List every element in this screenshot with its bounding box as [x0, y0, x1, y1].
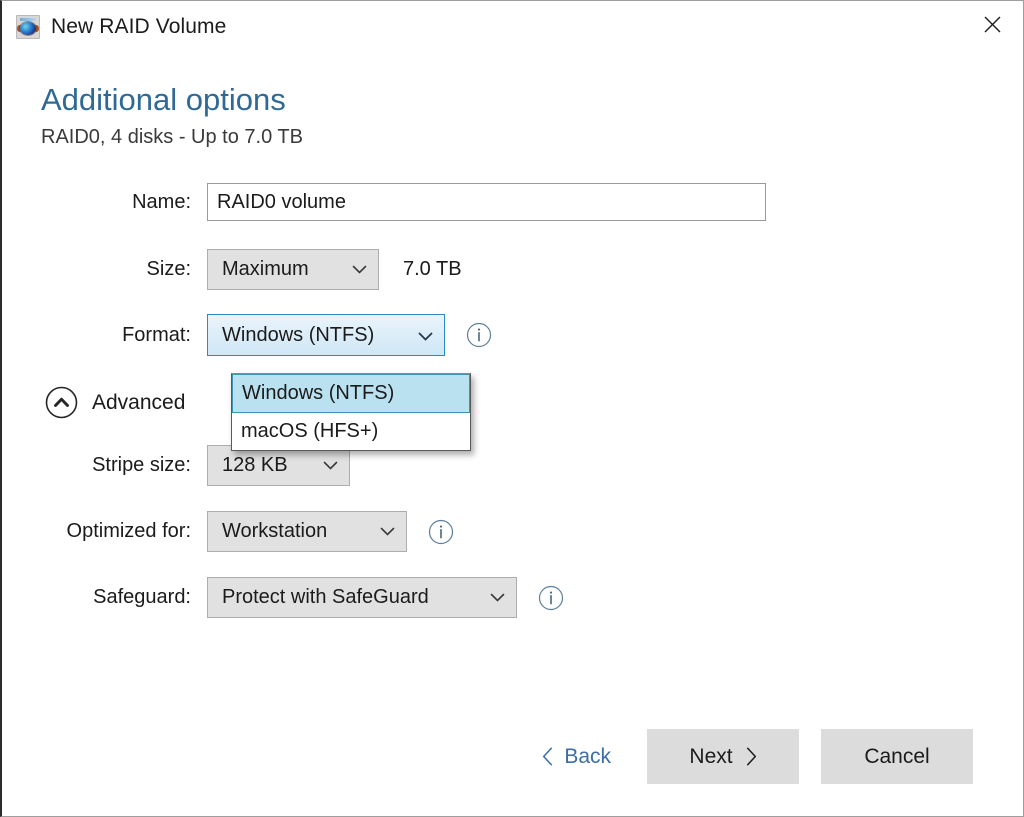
advanced-label: Advanced	[92, 390, 186, 414]
chevron-down-icon	[490, 593, 505, 602]
optimized-for-info-icon[interactable]	[428, 519, 454, 545]
dialog-footer: Back Next Cancel	[2, 729, 1023, 784]
chevron-down-icon	[352, 265, 367, 274]
next-button-label: Next	[689, 744, 733, 768]
chevron-down-icon	[323, 461, 338, 470]
stripe-size-select[interactable]: 128 KB	[207, 445, 350, 487]
stripe-size-select-value: 128 KB	[222, 454, 288, 477]
chevron-right-icon	[746, 747, 757, 766]
page-subtitle: RAID0, 4 disks - Up to 7.0 TB	[41, 126, 303, 149]
cancel-button-label: Cancel	[864, 744, 930, 768]
size-select-value: Maximum	[222, 258, 309, 281]
row-format: Format: Windows (NTFS)	[2, 314, 1023, 357]
row-safeguard: Safeguard: Protect with SafeGuard	[2, 577, 1023, 619]
options-form: Name: Size: Maximum 7.0 TB Format: Windo…	[2, 183, 1023, 619]
safeguard-select[interactable]: Protect with SafeGuard	[207, 577, 517, 619]
row-name: Name:	[2, 183, 1023, 222]
page-header: Additional options RAID0, 4 disks - Up t…	[2, 53, 1023, 149]
raid-volume-icon	[16, 15, 40, 39]
name-input[interactable]	[207, 183, 766, 222]
next-button[interactable]: Next	[647, 729, 799, 784]
name-label: Name:	[132, 190, 191, 213]
new-raid-volume-dialog: New RAID Volume Additional options RAID0…	[0, 0, 1024, 817]
format-dropdown: Windows (NTFS) macOS (HFS+)	[231, 373, 471, 451]
back-button[interactable]: Back	[542, 745, 611, 769]
chevron-up-circle-icon	[45, 386, 78, 419]
row-size: Size: Maximum 7.0 TB	[2, 249, 1023, 291]
row-optimized-for: Optimized for: Workstation	[2, 511, 1023, 553]
optimized-for-select-value: Workstation	[222, 520, 328, 543]
format-option-label: Windows (NTFS)	[242, 382, 395, 404]
page-title: Additional options	[41, 82, 286, 117]
advanced-toggle[interactable]: Advanced	[2, 386, 245, 419]
format-option-macos-hfs[interactable]: macOS (HFS+)	[232, 413, 470, 450]
format-select-value: Windows (NTFS)	[222, 323, 375, 346]
window-title: New RAID Volume	[51, 15, 227, 38]
size-total-value: 7.0 TB	[403, 258, 462, 281]
chevron-down-icon	[418, 324, 433, 347]
safeguard-info-icon[interactable]	[538, 585, 564, 611]
chevron-left-icon	[542, 747, 553, 766]
optimized-for-select[interactable]: Workstation	[207, 511, 407, 553]
safeguard-label: Safeguard:	[93, 586, 191, 609]
cancel-button[interactable]: Cancel	[821, 729, 973, 784]
format-label: Format:	[122, 323, 191, 346]
chevron-down-icon	[380, 527, 395, 536]
titlebar: New RAID Volume	[2, 1, 1023, 53]
format-info-icon[interactable]	[466, 322, 492, 348]
size-select[interactable]: Maximum	[207, 249, 379, 291]
optimized-for-label: Optimized for:	[66, 520, 191, 543]
size-label: Size:	[146, 258, 191, 281]
close-icon[interactable]	[961, 1, 1023, 47]
stripe-size-label: Stripe size:	[92, 454, 191, 477]
safeguard-select-value: Protect with SafeGuard	[222, 586, 429, 609]
format-option-windows-ntfs[interactable]: Windows (NTFS)	[232, 374, 470, 413]
format-dropdown-list: Windows (NTFS) macOS (HFS+)	[231, 373, 471, 451]
format-option-label: macOS (HFS+)	[241, 420, 379, 442]
back-button-label: Back	[564, 744, 611, 768]
format-select[interactable]: Windows (NTFS)	[207, 314, 445, 357]
row-stripe-size: Stripe size: 128 KB	[2, 445, 1023, 487]
